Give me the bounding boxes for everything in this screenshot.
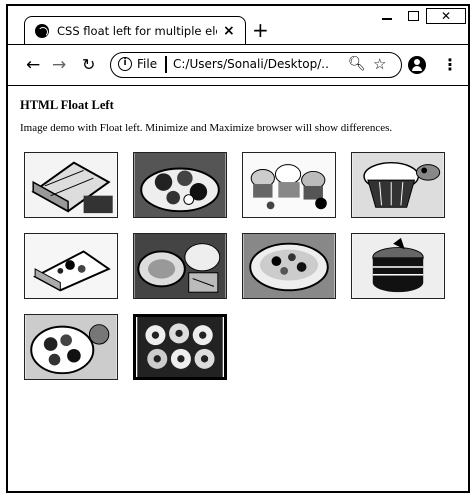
cheesecake-slice-image: [24, 233, 118, 299]
dessert-plate-picture: [134, 153, 226, 217]
cupcakes-picture: [243, 153, 335, 217]
chocolate-cake-picture: [352, 234, 444, 298]
bookmark-star-icon[interactable]: ☆: [373, 55, 386, 73]
donuts-tray-picture: [137, 317, 223, 377]
url-divider: [165, 56, 167, 73]
fruit-tart-image: [242, 233, 336, 299]
reload-icon[interactable]: ↻: [82, 55, 95, 75]
browser-tab[interactable]: CSS float left for multiple elemen ×: [24, 16, 246, 44]
info-icon[interactable]: i: [118, 57, 132, 71]
cupcake-closeup-image: [351, 152, 445, 218]
pie-table-picture: [134, 234, 226, 298]
address-bar[interactable]: i File C:/Users/Sonali/Desktop/... 🔍︎ ☆: [110, 52, 402, 78]
profile-icon[interactable]: [408, 56, 426, 74]
close-window-button[interactable]: ✕: [426, 8, 466, 24]
zoom-icon[interactable]: 🔍︎: [348, 56, 366, 72]
back-arrow-icon[interactable]: ←: [26, 55, 40, 75]
browser-toolbar: ← → ↻ i File C:/Users/Sonali/Desktop/...…: [8, 44, 468, 86]
donuts-tray-image: [133, 314, 227, 380]
fruit-tart-picture: [243, 234, 335, 298]
page-content: HTML Float Left Image demo with Float le…: [8, 86, 468, 491]
chocolate-cake-image: [351, 233, 445, 299]
globe-icon: [35, 23, 49, 38]
cake-slice-picture: [25, 153, 117, 217]
scheme-label: File: [137, 57, 158, 71]
image-gallery: [24, 152, 476, 395]
cake-slice-image: [24, 152, 118, 218]
tab-title: CSS float left for multiple elemen: [57, 23, 217, 38]
page-description: Image demo with Float left. Minimize and…: [20, 122, 393, 134]
berry-tart-image: [24, 314, 118, 380]
cupcakes-image: [242, 152, 336, 218]
url-text[interactable]: C:/Users/Sonali/Desktop/...: [173, 57, 328, 71]
browser-window: CSS float left for multiple elemen × + ✕…: [6, 4, 470, 493]
maximize-button[interactable]: [408, 8, 420, 26]
berry-tart-picture: [25, 315, 117, 379]
new-tab-button[interactable]: +: [252, 20, 269, 40]
minimize-button[interactable]: [382, 8, 394, 26]
page-heading: HTML Float Left: [20, 98, 114, 112]
forward-arrow-icon[interactable]: →: [52, 55, 66, 75]
menu-dots-icon[interactable]: ⋮: [442, 55, 458, 75]
title-bar: CSS float left for multiple elemen × + ✕: [8, 6, 468, 44]
cheesecake-slice-picture: [25, 234, 117, 298]
cupcake-closeup-picture: [352, 153, 444, 217]
dessert-plate-image: [133, 152, 227, 218]
tab-close-icon[interactable]: ×: [223, 24, 235, 38]
pie-table-image: [133, 233, 227, 299]
